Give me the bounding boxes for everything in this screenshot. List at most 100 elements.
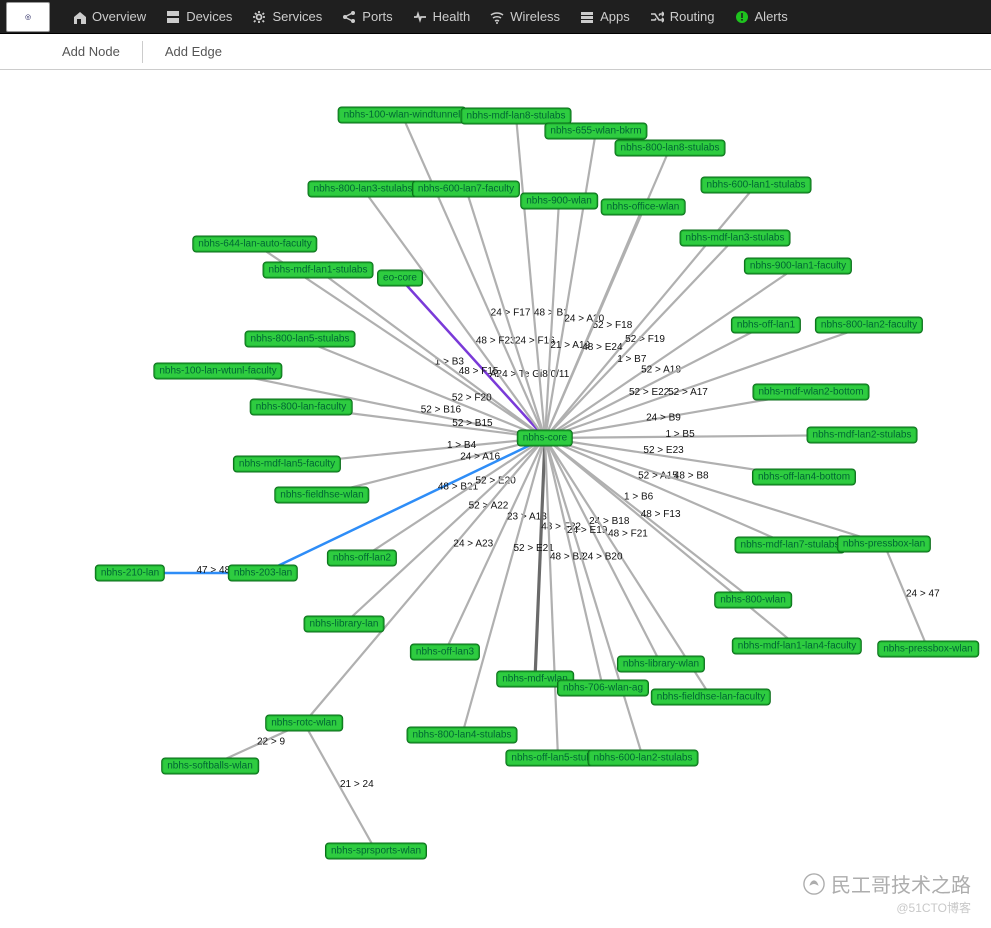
graph-node-nbhs-900-wlan[interactable]: nbhs-900-wlan: [520, 193, 598, 210]
graph-node-nbhs-800-wlan[interactable]: nbhs-800-wlan: [714, 592, 792, 609]
graph-node-nbhs-706-wlan-ag[interactable]: nbhs-706-wlan-ag: [557, 680, 649, 697]
graph-node-nbhs-core[interactable]: nbhs-core: [517, 430, 573, 447]
alert-icon: [735, 10, 749, 24]
edge-label: 52 > F19: [625, 334, 665, 345]
graph-node-nbhs-library-lan[interactable]: nbhs-library-lan: [304, 616, 385, 633]
graph-node-nbhs-900-lan1-faculty[interactable]: nbhs-900-lan1-faculty: [744, 258, 852, 275]
nav-label: Wireless: [510, 9, 560, 24]
graph-node-nbhs-100-wlan-windtunnel[interactable]: nbhs-100-wlan-windtunnel: [338, 107, 467, 124]
graph-node-nbhs-off-lan1[interactable]: nbhs-off-lan1: [731, 317, 801, 334]
graph-edge[interactable]: [535, 438, 545, 679]
cogs-icon: [252, 10, 266, 24]
graph-node-nbhs-pressbox-lan[interactable]: nbhs-pressbox-lan: [837, 536, 931, 553]
graph-node-nbhs-mdf-lan3-stulabs[interactable]: nbhs-mdf-lan3-stulabs: [680, 230, 791, 247]
nav-label: Overview: [92, 9, 146, 24]
home-icon: [72, 10, 86, 24]
graph-node-nbhs-sprsports-wlan[interactable]: nbhs-sprsports-wlan: [325, 843, 427, 860]
edge-label: 24 > B9: [646, 413, 681, 424]
nav-label: Services: [272, 9, 322, 24]
nav-label: Health: [433, 9, 471, 24]
edge-label: 48 > F23: [476, 335, 516, 346]
edge-label: 24 > 47: [906, 589, 940, 600]
graph-node-nbhs-office-wlan[interactable]: nbhs-office-wlan: [601, 199, 686, 216]
add-edge-button[interactable]: Add Edge: [143, 44, 244, 59]
graph-node-nbhs-600-lan7-faculty[interactable]: nbhs-600-lan7-faculty: [412, 181, 520, 198]
graph-node-nbhs-100-lan-wtunl-faculty[interactable]: nbhs-100-lan-wtunl-faculty: [153, 363, 282, 380]
edge-label: 52 > B15: [452, 418, 493, 429]
edge-label: 1 > B7: [617, 354, 647, 365]
graph-toolbar: Add Node Add Edge: [0, 34, 991, 70]
nav-label: Devices: [186, 9, 232, 24]
graph-node-nbhs-655-wlan-bkrm[interactable]: nbhs-655-wlan-bkrm: [544, 123, 647, 140]
nav-apps[interactable]: Apps: [570, 0, 640, 34]
edge-label: 22 > 9: [257, 737, 286, 748]
graph-node-nbhs-fieldhse-wlan[interactable]: nbhs-fieldhse-wlan: [274, 487, 369, 504]
graph-node-nbhs-off-lan3[interactable]: nbhs-off-lan3: [410, 644, 480, 661]
share-icon: [342, 10, 356, 24]
edge-label: 52 > F20: [452, 392, 492, 403]
edge-label: 52 > E21: [513, 543, 554, 554]
graph-node-nbhs-pressbox-wlan[interactable]: nbhs-pressbox-wlan: [877, 641, 979, 658]
graph-node-nbhs-mdf-lan2-stulabs[interactable]: nbhs-mdf-lan2-stulabs: [807, 427, 918, 444]
edge-label: 48 > F13: [641, 509, 681, 520]
wifi-icon: [490, 10, 504, 24]
graph-node-nbhs-203-lan[interactable]: nbhs-203-lan: [228, 565, 298, 582]
edge-label: 1 > B5: [665, 429, 695, 440]
edge-label: 48 > F15: [459, 366, 499, 377]
nav-ports[interactable]: Ports: [332, 0, 402, 34]
graph-node-nbhs-800-lan-faculty[interactable]: nbhs-800-lan-faculty: [250, 399, 353, 416]
edge-label: 48 > B8: [674, 470, 709, 481]
graph-node-nbhs-mdf-wlan2-bottom[interactable]: nbhs-mdf-wlan2-bottom: [752, 384, 869, 401]
add-node-button[interactable]: Add Node: [40, 44, 142, 59]
graph-node-nbhs-644-lan-auto-faculty[interactable]: nbhs-644-lan-auto-faculty: [192, 236, 317, 253]
graph-node-nbhs-800-lan5-stulabs[interactable]: nbhs-800-lan5-stulabs: [245, 331, 356, 348]
graph-node-nbhs-mdf-lan1-stulabs[interactable]: nbhs-mdf-lan1-stulabs: [263, 262, 374, 279]
edge-label: 48 > F21: [608, 528, 648, 539]
edge-label: 24 > B20: [582, 552, 623, 563]
server-icon: [166, 10, 180, 24]
edge-label: 21 > 24: [340, 779, 374, 790]
graph-node-nbhs-mdf-lan5-faculty[interactable]: nbhs-mdf-lan5-faculty: [233, 456, 341, 473]
nav-label: Apps: [600, 9, 630, 24]
graph-node-nbhs-600-lan2-stulabs[interactable]: nbhs-600-lan2-stulabs: [588, 750, 699, 767]
nav-label: Routing: [670, 9, 715, 24]
graph-node-nbhs-800-lan2-faculty[interactable]: nbhs-800-lan2-faculty: [815, 317, 923, 334]
network-graph[interactable]: A24 > Te Gi8/0/1124 > F1748 > B124 > A20…: [0, 70, 991, 928]
logo[interactable]: ◎: [6, 2, 50, 32]
nav-routing[interactable]: Routing: [640, 0, 725, 34]
nav-services[interactable]: Services: [242, 0, 332, 34]
graph-node-nbhs-rotc-wlan[interactable]: nbhs-rotc-wlan: [265, 715, 343, 732]
nav-devices[interactable]: Devices: [156, 0, 242, 34]
edge-label: 48 > E24: [582, 342, 623, 353]
edge-label: 47 > 48: [197, 565, 231, 576]
graph-node-nbhs-600-lan1-stulabs[interactable]: nbhs-600-lan1-stulabs: [701, 177, 812, 194]
graph-node-nbhs-800-lan4-stulabs[interactable]: nbhs-800-lan4-stulabs: [407, 727, 518, 744]
graph-node-nbhs-fieldhse-lan-faculty[interactable]: nbhs-fieldhse-lan-faculty: [651, 689, 771, 706]
graph-node-nbhs-softballs-wlan[interactable]: nbhs-softballs-wlan: [161, 758, 259, 775]
graph-node-nbhs-mdf-lan1-lan4-faculty[interactable]: nbhs-mdf-lan1-lan4-faculty: [732, 638, 862, 655]
graph-node-nbhs-210-lan[interactable]: nbhs-210-lan: [95, 565, 165, 582]
graph-node-nbhs-library-wlan[interactable]: nbhs-library-wlan: [617, 656, 705, 673]
edge-label: 1 > B6: [624, 492, 654, 503]
edge-label: 52 > A17: [668, 387, 708, 398]
graph-edge[interactable]: [344, 438, 545, 624]
graph-node-eo-core[interactable]: eo-core: [377, 270, 423, 287]
graph-node-nbhs-off-lan2[interactable]: nbhs-off-lan2: [327, 550, 397, 567]
nav-alerts[interactable]: Alerts: [725, 0, 798, 34]
nav-wireless[interactable]: Wireless: [480, 0, 570, 34]
edge-label: 52 > B16: [421, 405, 462, 416]
navbar: ◎ Overview Devices Services Ports Health Wire…: [0, 0, 991, 34]
graph-node-nbhs-800-lan8-stulabs[interactable]: nbhs-800-lan8-stulabs: [615, 140, 726, 157]
edge-label: 24 > A23: [453, 538, 493, 549]
edge-label: 52 > F18: [593, 320, 633, 331]
nav-health[interactable]: Health: [403, 0, 481, 34]
nav-label: Alerts: [755, 9, 788, 24]
edge-label: 24 > F16: [515, 335, 555, 346]
edge-label: 1 > B4: [447, 440, 477, 451]
nav-overview[interactable]: Overview: [62, 0, 156, 34]
graph-node-nbhs-mdf-lan7-stulabs[interactable]: nbhs-mdf-lan7-stulabs: [735, 537, 846, 554]
nav-label: Ports: [362, 9, 392, 24]
edge-label: 52 > E23: [643, 445, 684, 456]
graph-node-nbhs-800-lan3-stulabs[interactable]: nbhs-800-lan3-stulabs: [308, 181, 419, 198]
graph-node-nbhs-off-lan4-bottom[interactable]: nbhs-off-lan4-bottom: [752, 469, 856, 486]
